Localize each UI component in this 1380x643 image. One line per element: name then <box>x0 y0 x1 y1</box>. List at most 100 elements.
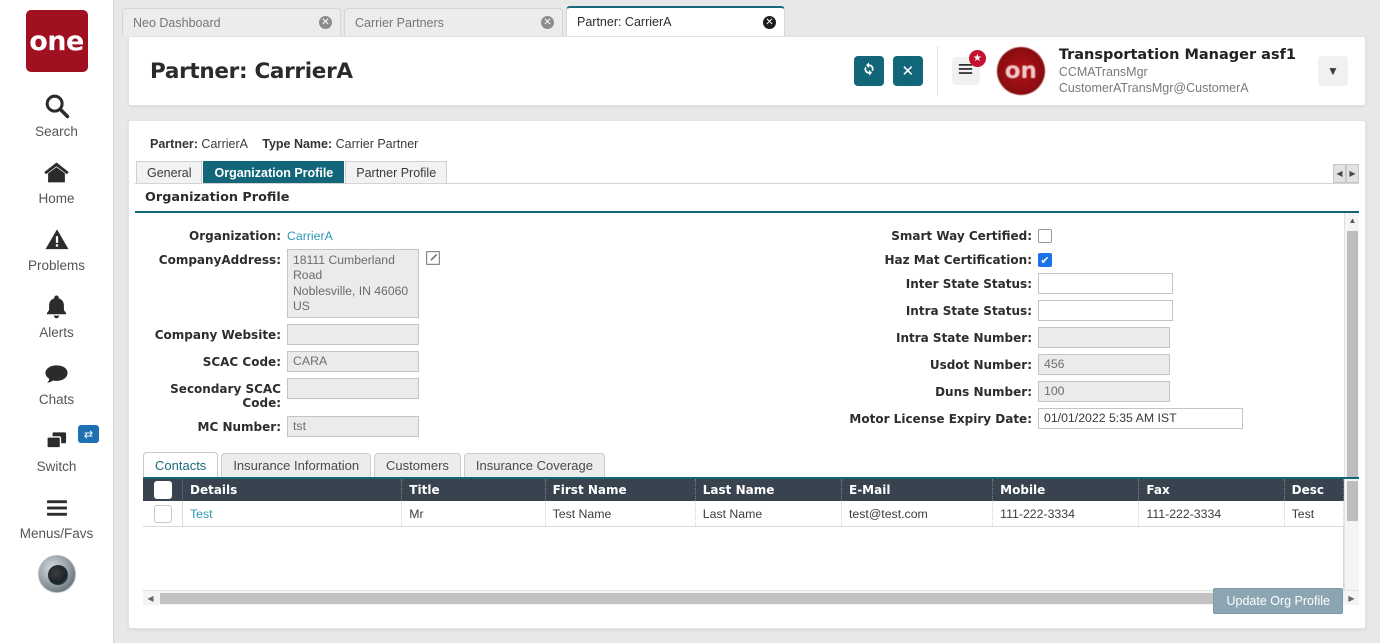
browser-tab-partner-carriera[interactable]: Partner: CarrierA ✕ <box>566 6 785 36</box>
field-inter-state-status: Inter State Status: <box>738 273 1341 294</box>
intra-state-status-input[interactable] <box>1038 300 1173 321</box>
column-header-email[interactable]: E-Mail <box>842 479 993 501</box>
sub-tab-contacts[interactable]: Contacts <box>143 452 218 477</box>
field-organization: Organization: CarrierA <box>135 225 738 243</box>
sub-tab-insurance-information[interactable]: Insurance Information <box>221 453 371 477</box>
chevron-up-icon[interactable]: ▲ <box>1345 213 1360 228</box>
refresh-button[interactable] <box>854 56 884 86</box>
company-website-input[interactable] <box>287 324 419 345</box>
user-avatar-icon[interactable] <box>38 555 76 593</box>
column-header-details[interactable]: Details <box>183 479 402 501</box>
user-avatar[interactable]: on <box>997 47 1045 95</box>
checkbox-icon[interactable] <box>154 481 172 499</box>
column-header-title[interactable]: Title <box>402 479 545 501</box>
update-org-profile-button[interactable]: Update Org Profile <box>1213 588 1343 614</box>
sidebar-item-home[interactable]: Home <box>0 157 113 206</box>
organization-link[interactable]: CarrierA <box>287 225 333 243</box>
scac-code-input[interactable]: CARA <box>287 351 419 372</box>
chat-bubble-icon <box>42 358 71 389</box>
sidebar-item-label: Home <box>38 191 74 206</box>
field-mc-number: MC Number: tst <box>135 416 738 437</box>
tab-scroll-controls: ◀ ▶ <box>1333 164 1359 183</box>
haz-mat-certification-checkbox[interactable]: ✔ <box>1038 253 1052 267</box>
sidebar-item-label: Search <box>35 124 78 139</box>
field-label: Company Website: <box>135 324 287 342</box>
user-menu-button[interactable]: ▼ <box>1318 56 1348 86</box>
swap-arrows-icon[interactable]: ⇄ <box>78 425 99 443</box>
chevron-left-icon[interactable]: ◀ <box>1333 164 1346 183</box>
field-label: Smart Way Certified: <box>738 225 1038 243</box>
tab-partner-profile[interactable]: Partner Profile <box>345 161 447 183</box>
chevron-down-icon: ▼ <box>1327 64 1339 78</box>
field-label: Motor License Expiry Date: <box>738 408 1038 426</box>
cell-last-name: Last Name <box>696 501 842 526</box>
column-header-mobile[interactable]: Mobile <box>993 479 1139 501</box>
sidebar-item-search[interactable]: Search <box>0 90 113 139</box>
close-icon[interactable]: ✕ <box>763 16 776 29</box>
sidebar-item-switch[interactable]: ⇄ Switch <box>0 425 113 474</box>
field-secondary-scac-code: Secondary SCAC Code: <box>135 378 738 410</box>
breadcrumb-type-value: Carrier Partner <box>336 137 419 151</box>
field-label: Intra State Status: <box>738 300 1038 318</box>
notifications-menu-button[interactable]: ★ <box>952 57 980 85</box>
warning-triangle-icon <box>43 224 71 255</box>
one-logo[interactable]: one <box>26 10 88 72</box>
company-address-value[interactable]: 18111 Cumberland RoadNoblesville, IN 460… <box>287 249 419 318</box>
field-haz-mat-certification: Haz Mat Certification: ✔ <box>738 249 1341 267</box>
sidebar-item-menus-favs[interactable]: Menus/Favs <box>0 492 113 541</box>
inter-state-status-input[interactable] <box>1038 273 1173 294</box>
column-header-first-name[interactable]: First Name <box>546 479 696 501</box>
scrollbar-thumb[interactable] <box>1347 481 1358 521</box>
card-footer: Update Org Profile <box>129 580 1365 628</box>
form-columns: Organization: CarrierA CompanyAddress: 1… <box>135 213 1359 443</box>
left-sidebar: one Search Home Problems Alerts <box>0 0 114 643</box>
edit-pencil-icon[interactable] <box>426 249 440 268</box>
checkmark-icon: ✔ <box>1040 254 1049 267</box>
close-button[interactable]: ✕ <box>893 56 923 86</box>
field-label: SCAC Code: <box>135 351 287 369</box>
close-icon[interactable]: ✕ <box>319 16 332 29</box>
close-icon[interactable]: ✕ <box>541 16 554 29</box>
grid-vertical-scrollbar[interactable] <box>1344 479 1359 592</box>
cell-details[interactable]: Test <box>183 501 402 526</box>
home-icon <box>42 157 71 188</box>
field-duns-number: Duns Number: 100 <box>738 381 1341 402</box>
scrollbar-thumb[interactable] <box>1347 231 1358 486</box>
field-label: Duns Number: <box>738 381 1038 399</box>
motor-license-expiry-date-input[interactable]: 01/01/2022 5:35 AM IST <box>1038 408 1243 429</box>
duns-number-input[interactable]: 100 <box>1038 381 1170 402</box>
secondary-scac-code-input[interactable] <box>287 378 419 399</box>
field-label: CompanyAddress: <box>135 249 287 267</box>
sidebar-item-label: Menus/Favs <box>20 526 94 541</box>
tab-general[interactable]: General <box>136 161 202 183</box>
intra-state-number-input[interactable] <box>1038 327 1170 348</box>
field-scac-code: SCAC Code: CARA <box>135 351 738 372</box>
field-company-website: Company Website: <box>135 324 738 345</box>
windows-stack-icon <box>42 425 71 456</box>
column-header-last-name[interactable]: Last Name <box>696 479 842 501</box>
sidebar-item-chats[interactable]: Chats <box>0 358 113 407</box>
sub-tab-insurance-coverage[interactable]: Insurance Coverage <box>464 453 605 477</box>
user-info: Transportation Manager asf1 CCMATransMgr… <box>1059 46 1296 97</box>
browser-tab-neo-dashboard[interactable]: Neo Dashboard ✕ <box>122 8 341 36</box>
row-select-cell[interactable] <box>143 501 183 526</box>
browser-tab-carrier-partners[interactable]: Carrier Partners ✕ <box>344 8 563 36</box>
tab-organization-profile[interactable]: Organization Profile <box>203 161 344 183</box>
field-intra-state-number: Intra State Number: <box>738 327 1341 348</box>
cell-mobile: 111-222-3334 <box>993 501 1139 526</box>
usdot-number-input[interactable]: 456 <box>1038 354 1170 375</box>
mc-number-input[interactable]: tst <box>287 416 419 437</box>
column-header-fax[interactable]: Fax <box>1139 479 1284 501</box>
chevron-right-icon[interactable]: ▶ <box>1346 164 1359 183</box>
table-row[interactable]: Test Mr Test Name Last Name test@test.co… <box>143 501 1344 527</box>
cell-fax: 111-222-3334 <box>1139 501 1284 526</box>
sidebar-item-alerts[interactable]: Alerts <box>0 291 113 340</box>
sidebar-item-problems[interactable]: Problems <box>0 224 113 273</box>
browser-tab-label: Partner: CarrierA <box>577 15 763 29</box>
column-header-description[interactable]: Desc <box>1285 479 1344 501</box>
select-all-cell[interactable] <box>143 479 183 501</box>
sub-tab-customers[interactable]: Customers <box>374 453 461 477</box>
browser-tab-label: Carrier Partners <box>355 16 541 30</box>
checkbox-icon[interactable] <box>154 505 172 523</box>
smart-way-certified-checkbox[interactable] <box>1038 229 1052 243</box>
